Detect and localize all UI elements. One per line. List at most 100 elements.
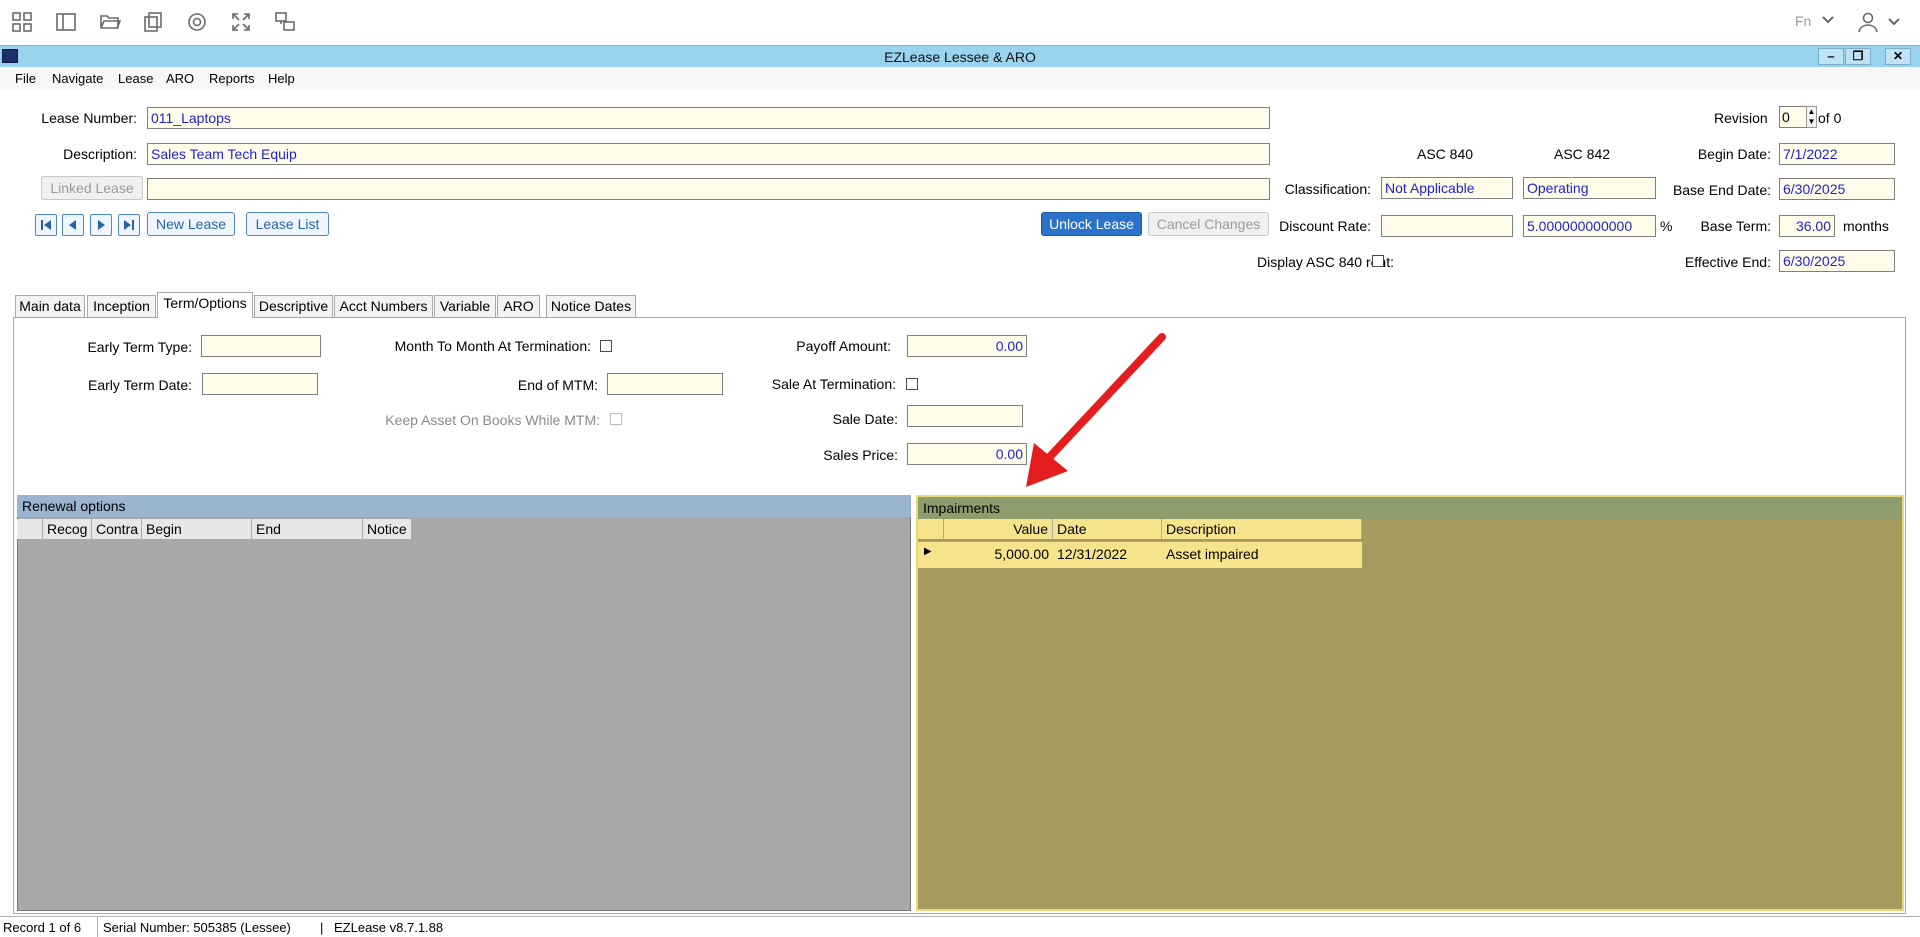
sale-at-termination-checkbox[interactable] [906,378,918,390]
asc842-header: ASC 842 [1554,146,1611,162]
folder-open-icon[interactable] [98,10,122,34]
apps-grid-icon[interactable] [10,10,34,34]
status-bar: Record 1 of 6 Serial Number: 505385 (Les… [0,916,1920,937]
base-term-label: Base Term: [1700,218,1771,234]
prev-record-button[interactable] [62,214,84,236]
first-record-icon [41,220,51,230]
renewal-col-recog[interactable]: Recog [43,519,92,539]
renewal-col-contra[interactable]: Contra [92,519,142,539]
expand-icon[interactable] [229,10,253,34]
impairment-date: 12/31/2022 [1057,546,1128,562]
early-term-type-field[interactable] [201,335,321,357]
linked-lease-field[interactable] [147,178,1270,200]
menu-bar: File Navigate Lease ARO Reports Help [0,67,1920,90]
remote-desktop-icon[interactable] [273,10,297,34]
first-record-button[interactable] [35,214,57,236]
menu-help[interactable]: Help [268,71,295,86]
percent-label: % [1660,218,1673,234]
unlock-lease-button[interactable]: Unlock Lease [1041,212,1142,236]
renewal-row-header-cell [17,519,43,539]
next-record-button[interactable] [90,214,112,236]
chevron-down-icon [1886,14,1902,33]
renewal-col-end[interactable]: End [252,519,363,539]
lease-number-label: Lease Number: [41,110,137,126]
serial-number: Serial Number: 505385 (Lessee) [103,920,291,935]
keep-asset-checkbox[interactable] [610,413,622,425]
next-record-icon [98,220,105,230]
renewal-options-header: Renewal options [17,495,911,517]
restore-button[interactable]: ❐ [1845,48,1871,65]
sale-at-termination-label: Sale At Termination: [771,376,896,392]
sales-price-field[interactable]: 0.00 [907,443,1027,465]
impairments-col-date[interactable]: Date [1053,519,1162,539]
effective-end-field[interactable]: 6/30/2025 [1779,250,1895,272]
keep-asset-label: Keep Asset On Books While MTM: [385,412,600,428]
linked-lease-button[interactable]: Linked Lease [41,176,143,200]
copy-icon[interactable] [141,10,165,34]
renewal-col-notice[interactable]: Notice [363,519,412,539]
language-selector[interactable]: Fn [1795,13,1839,33]
base-end-date-field[interactable]: 6/30/2025 [1779,178,1895,200]
classification-840-field[interactable]: Not Applicable [1381,177,1513,199]
tab-acct-numbers[interactable]: Acct Numbers [334,295,433,317]
impairments-col-value[interactable]: Value [944,519,1053,539]
renewal-options-panel [17,495,911,911]
gear-icon[interactable] [185,10,209,34]
end-of-mtm-label: End of MTM: [517,377,598,393]
payoff-amount-label: Payoff Amount: [796,338,891,354]
tab-term-options[interactable]: Term/Options [157,292,253,318]
menu-aro[interactable]: ARO [166,71,194,86]
menu-reports[interactable]: Reports [209,71,255,86]
impairment-value: 5,000.00 [994,546,1050,562]
payoff-amount-field[interactable]: 0.00 [907,335,1027,357]
menu-lease[interactable]: Lease [118,71,153,86]
tab-notice-dates[interactable]: Notice Dates [546,295,636,317]
mtm-checkbox[interactable] [600,340,612,352]
tab-descriptive[interactable]: Descriptive [254,295,333,317]
classification-842-field[interactable]: Operating [1523,177,1656,199]
impairments-col-description[interactable]: Description [1162,519,1362,539]
top-toolbar: Fn [0,0,1920,45]
effective-end-label: Effective End: [1684,254,1771,270]
status-separator: | [320,920,324,935]
menu-file[interactable]: File [15,71,36,86]
end-of-mtm-field[interactable] [607,373,723,395]
menu-navigate[interactable]: Navigate [52,71,103,86]
record-status: Record 1 of 6 [3,920,82,935]
impairments-header: Impairments [918,497,1902,519]
tab-main-data[interactable]: Main data [15,295,85,317]
language-label: Fn [1795,13,1812,29]
revision-value: 0 [1782,109,1790,125]
tab-aro[interactable]: ARO [497,295,540,317]
minimize-button[interactable]: ‒ [1818,48,1844,65]
tab-inception[interactable]: Inception [87,295,156,317]
last-record-button[interactable] [118,214,140,236]
spinner-arrows-icon[interactable]: ▲ ▼ [1806,106,1817,128]
user-menu[interactable] [1856,10,1912,36]
revision-spinner[interactable]: 0 [1779,106,1807,128]
lease-number-field[interactable]: 011_Laptops [147,107,1270,129]
lease-list-button[interactable]: Lease List [246,212,329,236]
close-button[interactable]: ✕ [1885,48,1911,65]
sale-date-field[interactable] [907,405,1023,427]
display-840-rent-checkbox[interactable] [1372,255,1384,267]
tab-variable[interactable]: Variable [434,295,496,317]
row-selector-icon: ▶ [924,546,932,557]
asc840-header: ASC 840 [1417,146,1474,162]
begin-date-field[interactable]: 7/1/2022 [1779,143,1895,165]
early-term-date-field[interactable] [202,373,318,395]
description-field[interactable]: Sales Team Tech Equip [147,143,1270,165]
discount-rate-label: Discount Rate: [1279,218,1371,234]
new-lease-button[interactable]: New Lease [147,212,235,236]
renewal-col-begin[interactable]: Begin [142,519,252,539]
base-term-field[interactable]: 36.00 [1779,215,1835,237]
discount-rate-842-field[interactable]: 5.000000000000 [1523,215,1656,237]
early-term-type-label: Early Term Type: [87,339,192,355]
prev-record-icon [69,220,76,230]
chevron-down-icon [1820,12,1836,31]
discount-rate-840-field[interactable] [1381,215,1513,237]
mtm-label: Month To Month At Termination: [394,338,591,354]
cancel-changes-button[interactable]: Cancel Changes [1148,212,1269,236]
panels-icon[interactable] [54,10,78,34]
table-row[interactable]: ▶ 5,000.00 12/31/2022 Asset impaired [918,541,1362,568]
